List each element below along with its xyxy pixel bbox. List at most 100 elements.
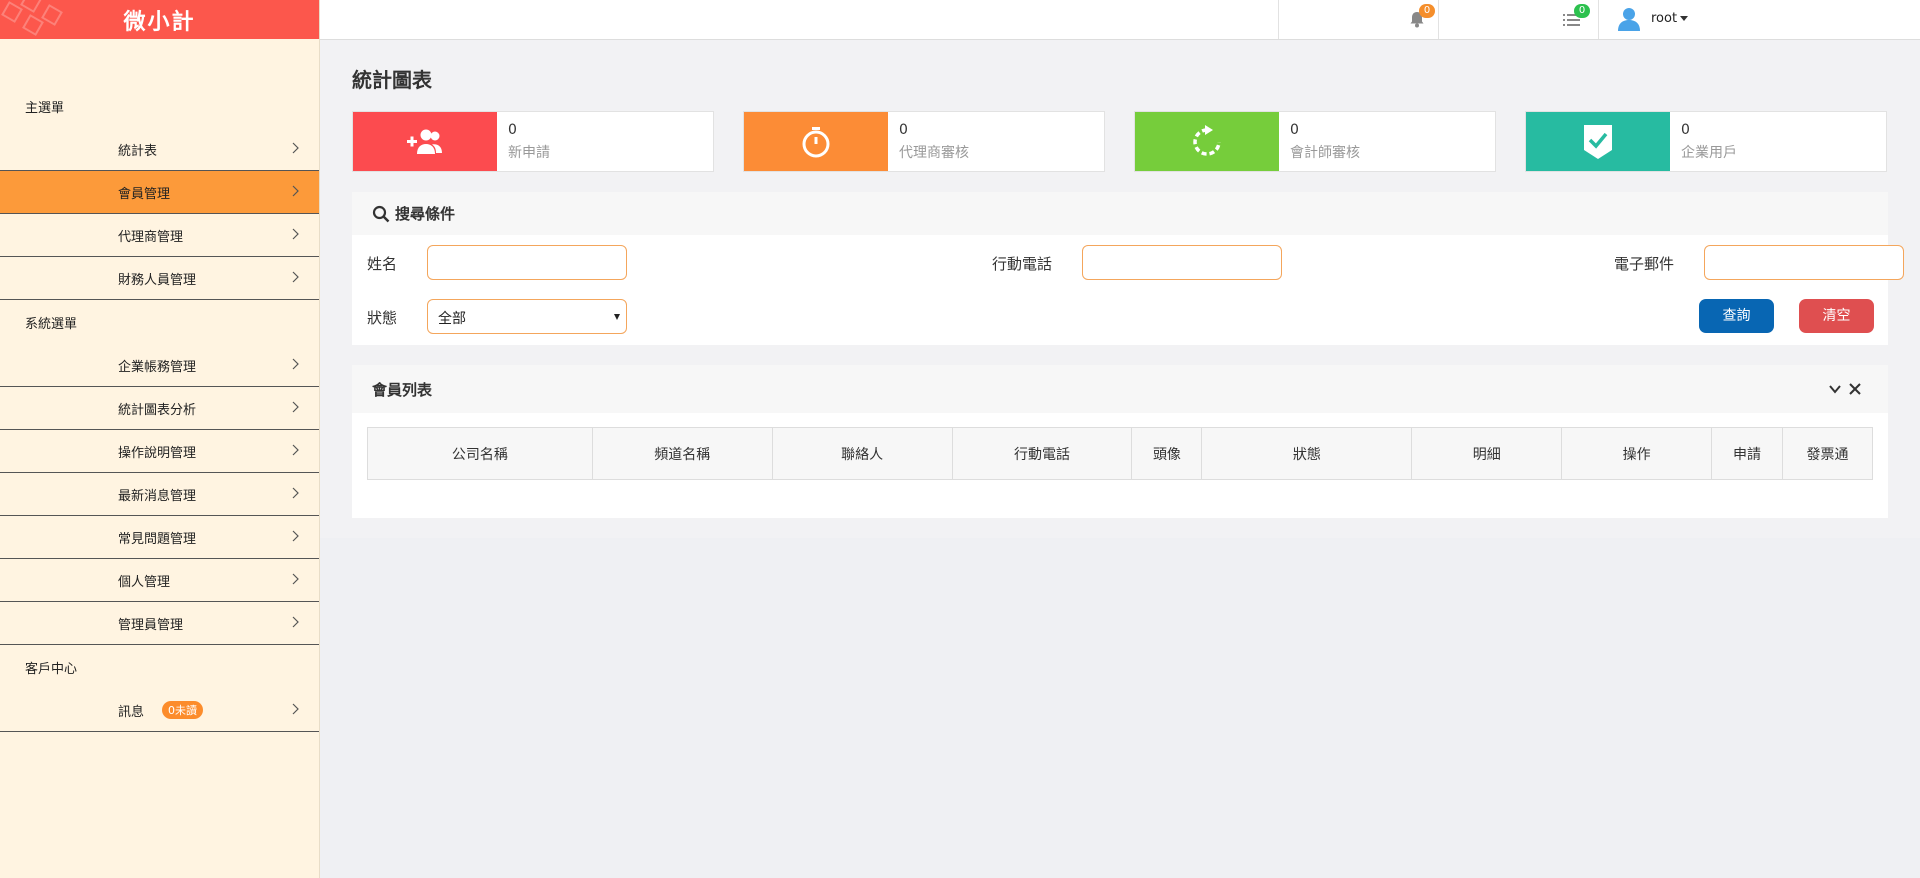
sidebar-item-label: 最新消息管理	[118, 488, 197, 504]
tasks-button[interactable]: 0	[1438, 0, 1598, 39]
page-title: 統計圖表	[352, 68, 432, 92]
chevron-right-icon	[292, 703, 299, 715]
app-logo: 微小計	[123, 8, 196, 35]
menu-section-customer-center: 客戶中心	[25, 661, 78, 677]
sidebar-item-label: 管理員管理	[118, 617, 184, 633]
stat-label: 會計師審核	[1290, 145, 1360, 161]
column-header-contact[interactable]: 聯絡人	[771, 427, 953, 480]
sidebar-item-admins[interactable]: 管理員管理	[0, 602, 319, 645]
stat-value: 0	[508, 122, 517, 138]
sidebar-item-label: 代理商管理	[118, 229, 184, 245]
sidebar-item-personal[interactable]: 個人管理	[0, 559, 319, 602]
timer-icon	[802, 126, 830, 157]
sidebar-item-finance-staff[interactable]: 財務人員管理	[0, 257, 319, 300]
email-input[interactable]	[1704, 245, 1904, 280]
member-table: 公司名稱 頻道名稱 聯絡人 行動電話 頭像 狀態 明細 操作 申請 發票通	[367, 427, 1873, 480]
sidebar-item-news[interactable]: 最新消息管理	[0, 473, 319, 516]
table-header-row: 公司名稱 頻道名稱 聯絡人 行動電話 頭像 狀態 明細 操作 申請 發票通	[367, 427, 1873, 480]
stat-card-new-applications[interactable]: 0 新申請	[352, 111, 714, 172]
sidebar-item-label: 統計圖表分析	[118, 402, 197, 418]
chevron-right-icon	[292, 401, 299, 413]
chevron-right-icon	[292, 573, 299, 585]
check-shield-icon	[1584, 124, 1612, 159]
email-label: 電子郵件	[1614, 255, 1675, 273]
stat-value: 0	[899, 122, 908, 138]
stat-card-accountant-review[interactable]: 0 會計師審核	[1134, 111, 1496, 172]
sidebar-item-label: 統計表	[118, 143, 158, 159]
column-header-status[interactable]: 狀態	[1201, 427, 1413, 480]
sidebar-item-agents[interactable]: 代理商管理	[0, 214, 319, 257]
sidebar-item-faq[interactable]: 常見問題管理	[0, 516, 319, 559]
sidebar-item-label: 個人管理	[118, 574, 171, 590]
member-list-title: 會員列表	[372, 380, 433, 399]
stat-label: 新申請	[508, 145, 550, 161]
collapse-chevron-down-icon[interactable]	[1828, 382, 1842, 396]
sidebar-item-statistics[interactable]: 統計表	[0, 128, 319, 171]
sidebar-item-messages[interactable]: 訊息 0未讀	[0, 689, 319, 732]
status-select-value: 全部	[438, 311, 466, 327]
chevron-right-icon	[292, 358, 299, 370]
sidebar-item-label: 會員管理	[118, 186, 171, 202]
chevron-right-icon	[292, 185, 299, 197]
stat-icon-box	[1526, 112, 1670, 171]
stat-card-enterprise-users[interactable]: 0 企業用戶	[1525, 111, 1887, 172]
sidebar-item-label: 企業帳務管理	[118, 359, 197, 375]
status-select[interactable]: 全部	[427, 299, 627, 334]
main-content: 統計圖表 0 新申請 0 代理商審核 0 會計師審核 0 企業用戶 搜尋條件 姓…	[320, 40, 1920, 878]
user-menu[interactable]: root	[1598, 0, 1920, 39]
column-header-channel[interactable]: 頻道名稱	[591, 427, 773, 480]
top-header: 0 0 root	[320, 0, 1920, 40]
sidebar-item-label: 財務人員管理	[118, 272, 197, 288]
column-header-application[interactable]: 申請	[1711, 427, 1783, 480]
panel-tools	[1828, 382, 1862, 396]
stat-label: 企業用戶	[1681, 145, 1737, 161]
chevron-right-icon	[292, 444, 299, 456]
avatar	[1618, 8, 1640, 31]
status-label: 狀態	[367, 309, 398, 327]
stat-icon-box	[353, 112, 497, 171]
sidebar-item-members[interactable]: 會員管理	[0, 171, 319, 214]
phone-input[interactable]	[1082, 245, 1282, 280]
sidebar-item-label: 操作說明管理	[118, 445, 197, 461]
menu-section-system: 系統選單	[25, 316, 78, 332]
sidebar-item-enterprise-accounts[interactable]: 企業帳務管理	[0, 344, 319, 387]
chevron-right-icon	[292, 530, 299, 542]
stat-card-agent-review[interactable]: 0 代理商審核	[743, 111, 1105, 172]
member-list-panel: 會員列表 公司名稱 頻道名稱 聯絡人 行動電話 頭像 狀態 明細 操作 申請 發…	[352, 365, 1888, 518]
chevron-right-icon	[292, 142, 299, 154]
chevron-right-icon	[292, 271, 299, 283]
stat-icon-box	[1135, 112, 1279, 171]
logo-bar[interactable]: 微小計	[0, 0, 319, 39]
chevron-right-icon	[292, 616, 299, 628]
column-header-avatar[interactable]: 頭像	[1131, 427, 1203, 480]
column-header-invoice[interactable]: 發票通	[1782, 427, 1873, 480]
unread-badge: 0未讀	[162, 701, 204, 719]
name-input[interactable]	[427, 245, 627, 280]
select-arrow-icon	[614, 314, 620, 320]
column-header-company[interactable]: 公司名稱	[367, 427, 593, 480]
search-panel: 搜尋條件 姓名 行動電話 電子郵件 狀態 全部 查詢 清空	[352, 192, 1904, 345]
sidebar-item-instructions[interactable]: 操作說明管理	[0, 430, 319, 473]
sidebar-item-chart-analysis[interactable]: 統計圖表分析	[0, 387, 319, 430]
column-header-actions[interactable]: 操作	[1561, 427, 1713, 480]
search-icon	[372, 205, 390, 222]
search-panel-header: 搜尋條件	[352, 192, 1888, 235]
user-name-dropdown[interactable]: root	[1651, 11, 1689, 26]
refresh-icon	[1193, 124, 1221, 156]
sidebar-item-label: 常見問題管理	[118, 531, 197, 547]
search-panel-title: 搜尋條件	[395, 205, 456, 223]
menu-section-main: 主選單	[25, 100, 65, 116]
clear-button[interactable]: 清空	[1799, 299, 1874, 333]
column-header-details[interactable]: 明細	[1411, 427, 1563, 480]
stat-label: 代理商審核	[899, 145, 969, 161]
user-name: root	[1651, 11, 1678, 26]
caret-down-icon	[1680, 16, 1689, 21]
sidebar: 微小計 主選單 統計表 會員管理 代理商管理 財務人員管理 系統選單 企業帳務管…	[0, 0, 320, 878]
query-button[interactable]: 查詢	[1699, 299, 1774, 333]
chevron-right-icon	[292, 228, 299, 240]
close-icon[interactable]	[1848, 382, 1862, 396]
column-header-mobile[interactable]: 行動電話	[951, 427, 1133, 480]
member-list-header: 會員列表	[352, 365, 1888, 413]
notifications-button[interactable]: 0	[1278, 0, 1438, 39]
phone-label: 行動電話	[992, 255, 1053, 273]
